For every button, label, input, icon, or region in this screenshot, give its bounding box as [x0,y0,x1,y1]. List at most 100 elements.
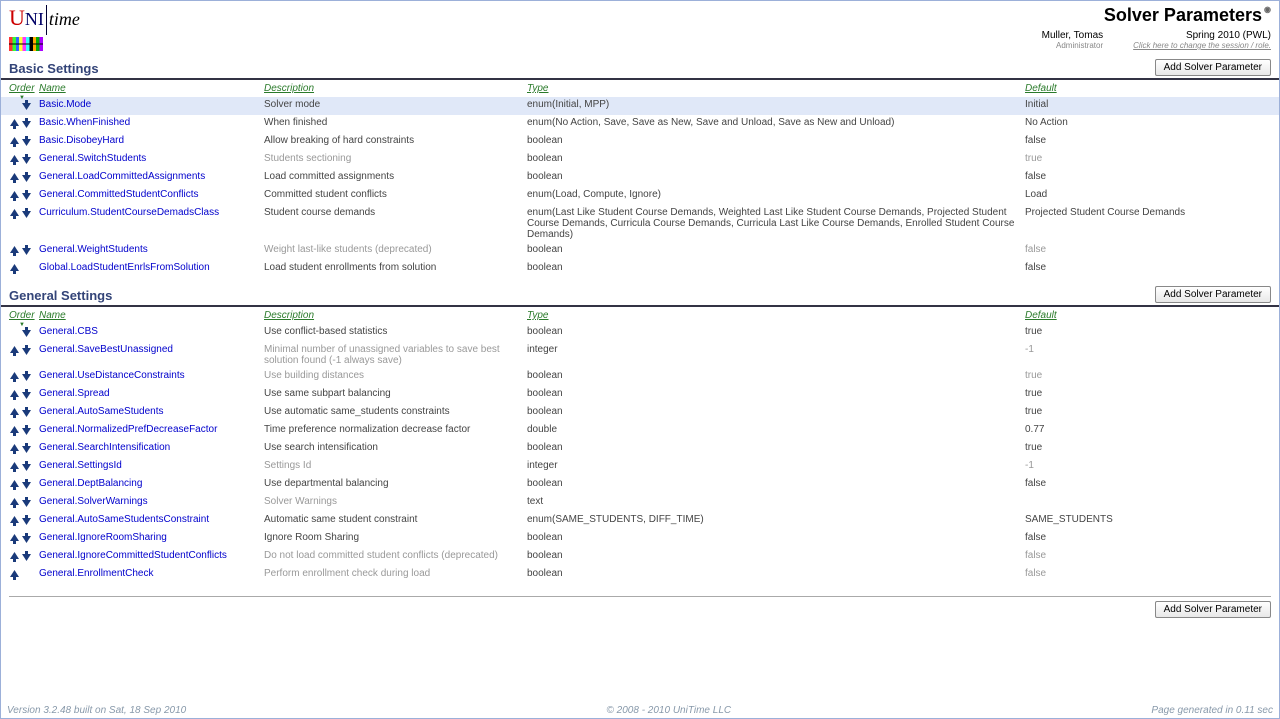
param-name-link[interactable]: Basic.DisobeyHard [39,135,124,146]
move-up-icon[interactable] [9,443,20,454]
change-session-link[interactable]: Click here to change the session / role. [1133,41,1271,50]
move-up-icon[interactable] [9,533,20,544]
table-row[interactable]: General.NormalizedPrefDecreaseFactor Tim… [1,422,1279,440]
col-order[interactable]: Order [9,310,35,321]
param-name-link[interactable]: Basic.Mode [39,99,91,110]
param-name-link[interactable]: General.IgnoreCommittedStudentConflicts [39,550,227,561]
param-name-link[interactable]: General.NormalizedPrefDecreaseFactor [39,424,217,435]
table-row[interactable]: Basic.WhenFinished When finished enum(No… [1,115,1279,133]
move-down-icon[interactable] [21,461,32,472]
param-name-link[interactable]: General.IgnoreRoomSharing [39,532,167,543]
table-row[interactable]: Basic.DisobeyHard Allow breaking of hard… [1,133,1279,151]
param-name-link[interactable]: General.SearchIntensification [39,442,170,453]
move-up-icon[interactable] [9,154,20,165]
move-up-icon[interactable] [9,172,20,183]
move-up-icon[interactable] [9,263,20,274]
table-row[interactable]: General.LoadCommittedAssignments Load co… [1,169,1279,187]
table-row[interactable]: General.SettingsId Settings Id integer -… [1,458,1279,476]
move-down-icon[interactable] [21,172,32,183]
add-solver-parameter-button[interactable]: Add Solver Parameter [1155,286,1271,303]
param-name-link[interactable]: General.CBS [39,326,98,337]
param-name-link[interactable]: General.Spread [39,388,110,399]
move-down-icon[interactable] [21,407,32,418]
move-down-icon[interactable] [21,100,32,111]
move-up-icon[interactable] [9,551,20,562]
move-up-icon[interactable] [9,345,20,356]
move-down-icon[interactable] [21,327,32,338]
move-down-icon[interactable] [21,345,32,356]
move-up-icon[interactable] [9,208,20,219]
add-solver-parameter-button[interactable]: Add Solver Parameter [1155,601,1271,618]
table-row[interactable]: General.SaveBestUnassigned Minimal numbe… [1,342,1279,368]
table-row[interactable]: General.AutoSameStudentsConstraint Autom… [1,512,1279,530]
table-row[interactable]: General.EnrollmentCheck Perform enrollme… [1,566,1279,584]
param-name-link[interactable]: General.AutoSameStudentsConstraint [39,514,209,525]
move-down-icon[interactable] [21,533,32,544]
col-name[interactable]: Name [39,310,66,321]
col-type[interactable]: Type [527,310,549,321]
col-description[interactable]: Description [264,310,314,321]
move-down-icon[interactable] [21,245,32,256]
table-row[interactable]: Global.LoadStudentEnrlsFromSolution Load… [1,260,1279,278]
param-name-link[interactable]: General.CommittedStudentConflicts [39,189,199,200]
move-down-icon[interactable] [21,118,32,129]
footer-copyright[interactable]: © 2008 - 2010 UniTime LLC [607,705,732,716]
move-down-icon[interactable] [21,208,32,219]
param-name-link[interactable]: Curriculum.StudentCourseDemadsClass [39,207,219,218]
table-row[interactable]: Basic.Mode Solver mode enum(Initial, MPP… [1,97,1279,115]
table-row[interactable]: General.WeightStudents Weight last-like … [1,242,1279,260]
col-default[interactable]: Default [1025,83,1057,94]
table-row[interactable]: General.SolverWarnings Solver Warnings t… [1,494,1279,512]
col-type[interactable]: Type [527,83,549,94]
param-name-link[interactable]: General.LoadCommittedAssignments [39,171,205,182]
move-up-icon[interactable] [9,118,20,129]
add-solver-parameter-button[interactable]: Add Solver Parameter [1155,59,1271,76]
param-name-link[interactable]: General.UseDistanceConstraints [39,370,185,381]
move-down-icon[interactable] [21,551,32,562]
param-name-link[interactable]: General.EnrollmentCheck [39,568,154,579]
logo[interactable]: UNItime [9,5,80,51]
table-row[interactable]: Curriculum.StudentCourseDemadsClass Stud… [1,205,1279,242]
move-up-icon[interactable] [9,515,20,526]
param-name-link[interactable]: General.SwitchStudents [39,153,146,164]
param-name-link[interactable]: General.AutoSameStudents [39,406,164,417]
table-row[interactable]: General.CommittedStudentConflicts Commit… [1,187,1279,205]
table-row[interactable]: General.SwitchStudents Students sectioni… [1,151,1279,169]
move-down-icon[interactable] [21,371,32,382]
param-name-link[interactable]: Global.LoadStudentEnrlsFromSolution [39,262,210,273]
move-down-icon[interactable] [21,515,32,526]
col-name[interactable]: Name [39,83,66,94]
move-down-icon[interactable] [21,389,32,400]
move-up-icon[interactable] [9,461,20,472]
move-up-icon[interactable] [9,407,20,418]
col-default[interactable]: Default [1025,310,1057,321]
move-down-icon[interactable] [21,443,32,454]
table-row[interactable]: General.IgnoreRoomSharing Ignore Room Sh… [1,530,1279,548]
table-row[interactable]: General.DeptBalancing Use departmental b… [1,476,1279,494]
table-row[interactable]: General.Spread Use same subpart balancin… [1,386,1279,404]
move-down-icon[interactable] [21,136,32,147]
move-up-icon[interactable] [9,569,20,580]
table-row[interactable]: General.SearchIntensification Use search… [1,440,1279,458]
table-row[interactable]: General.UseDistanceConstraints Use build… [1,368,1279,386]
move-up-icon[interactable] [9,497,20,508]
param-name-link[interactable]: General.SettingsId [39,460,122,471]
table-row[interactable]: General.IgnoreCommittedStudentConflicts … [1,548,1279,566]
move-down-icon[interactable] [21,479,32,490]
col-order[interactable]: Order [9,83,35,94]
move-up-icon[interactable] [9,425,20,436]
move-down-icon[interactable] [21,154,32,165]
param-name-link[interactable]: General.SolverWarnings [39,496,148,507]
move-down-icon[interactable] [21,497,32,508]
move-up-icon[interactable] [9,389,20,400]
move-up-icon[interactable] [9,190,20,201]
move-up-icon[interactable] [9,245,20,256]
param-name-link[interactable]: General.SaveBestUnassigned [39,344,173,355]
move-up-icon[interactable] [9,371,20,382]
move-down-icon[interactable] [21,425,32,436]
help-icon[interactable]: ◉ [1264,5,1271,14]
move-up-icon[interactable] [9,479,20,490]
table-row[interactable]: General.CBS Use conflict-based statistic… [1,324,1279,342]
param-name-link[interactable]: Basic.WhenFinished [39,117,130,128]
move-up-icon[interactable] [9,136,20,147]
